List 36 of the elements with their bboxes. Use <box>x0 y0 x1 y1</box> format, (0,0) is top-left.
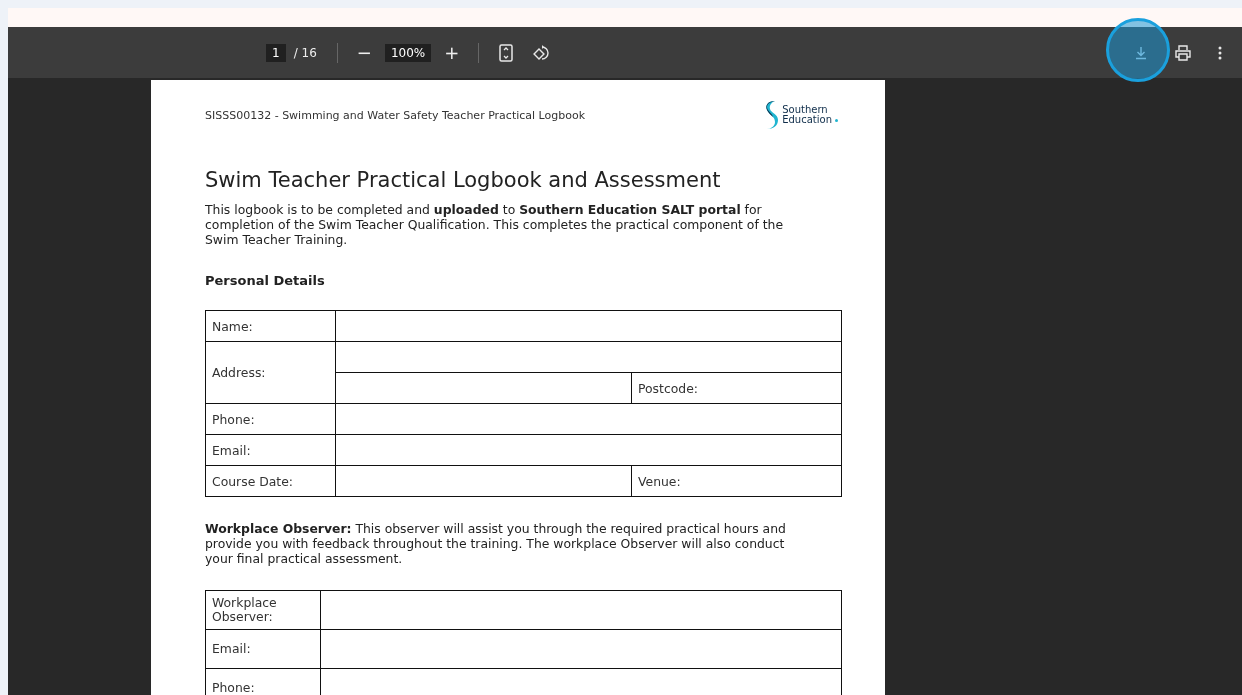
input-field[interactable] <box>320 629 842 669</box>
rotate-icon[interactable] <box>533 43 552 62</box>
zoom-out-button[interactable]: − <box>351 42 377 63</box>
document-header: SISSS00132 - Swimming and Water Safety Teacher Practical Logbook <box>205 108 586 122</box>
table-cell: Phone: <box>205 403 336 435</box>
input-field[interactable] <box>335 372 632 404</box>
observer-paragraph: Workplace Observer: This observer will assist you through the required practical hours and provide you with feedback throughout the training. The workplace Observer will also conduct your final practical assessment. <box>205 521 787 566</box>
input-field[interactable] <box>335 310 842 342</box>
print-icon[interactable] <box>1174 43 1192 62</box>
download-icon[interactable] <box>1134 45 1148 60</box>
intro-paragraph: This logbook is to be completed and uploaded to Southern Education SALT portal for completion of the Swim Teacher Qualification. This completes the practical component of the Swim Teacher Training. <box>205 202 785 247</box>
zoom-field[interactable]: 100% <box>384 43 432 62</box>
table-cell: Name: <box>205 310 336 342</box>
table-cell: Address: <box>205 341 336 404</box>
page-total: / 16 <box>293 45 317 60</box>
table-cell: Workplace Observer: <box>205 590 321 630</box>
fit-page-icon[interactable] <box>499 43 514 62</box>
table-cell: Postcode: <box>631 372 842 404</box>
input-field[interactable] <box>335 403 842 435</box>
table-cell: Email: <box>205 434 336 466</box>
page-number-field[interactable]: 1 <box>266 43 286 62</box>
input-field[interactable] <box>335 434 842 466</box>
input-field[interactable] <box>335 465 632 497</box>
table-cell: Course Date: <box>205 465 336 497</box>
zoom-in-button[interactable]: + <box>439 42 465 63</box>
logo-icon <box>763 100 780 130</box>
more-options-icon[interactable] <box>1218 45 1222 60</box>
table-cell: Email: <box>205 629 321 669</box>
table-cell: Phone: <box>205 668 321 695</box>
input-field[interactable] <box>335 341 842 373</box>
document-title: Swim Teacher Practical Logbook and Assessment <box>205 168 722 192</box>
table-cell: Venue: <box>631 465 842 497</box>
logo-text: Southern Education <box>782 105 832 125</box>
logo-dot-icon <box>835 119 838 122</box>
input-field[interactable] <box>320 590 842 630</box>
section-heading: Personal Details <box>205 273 326 288</box>
